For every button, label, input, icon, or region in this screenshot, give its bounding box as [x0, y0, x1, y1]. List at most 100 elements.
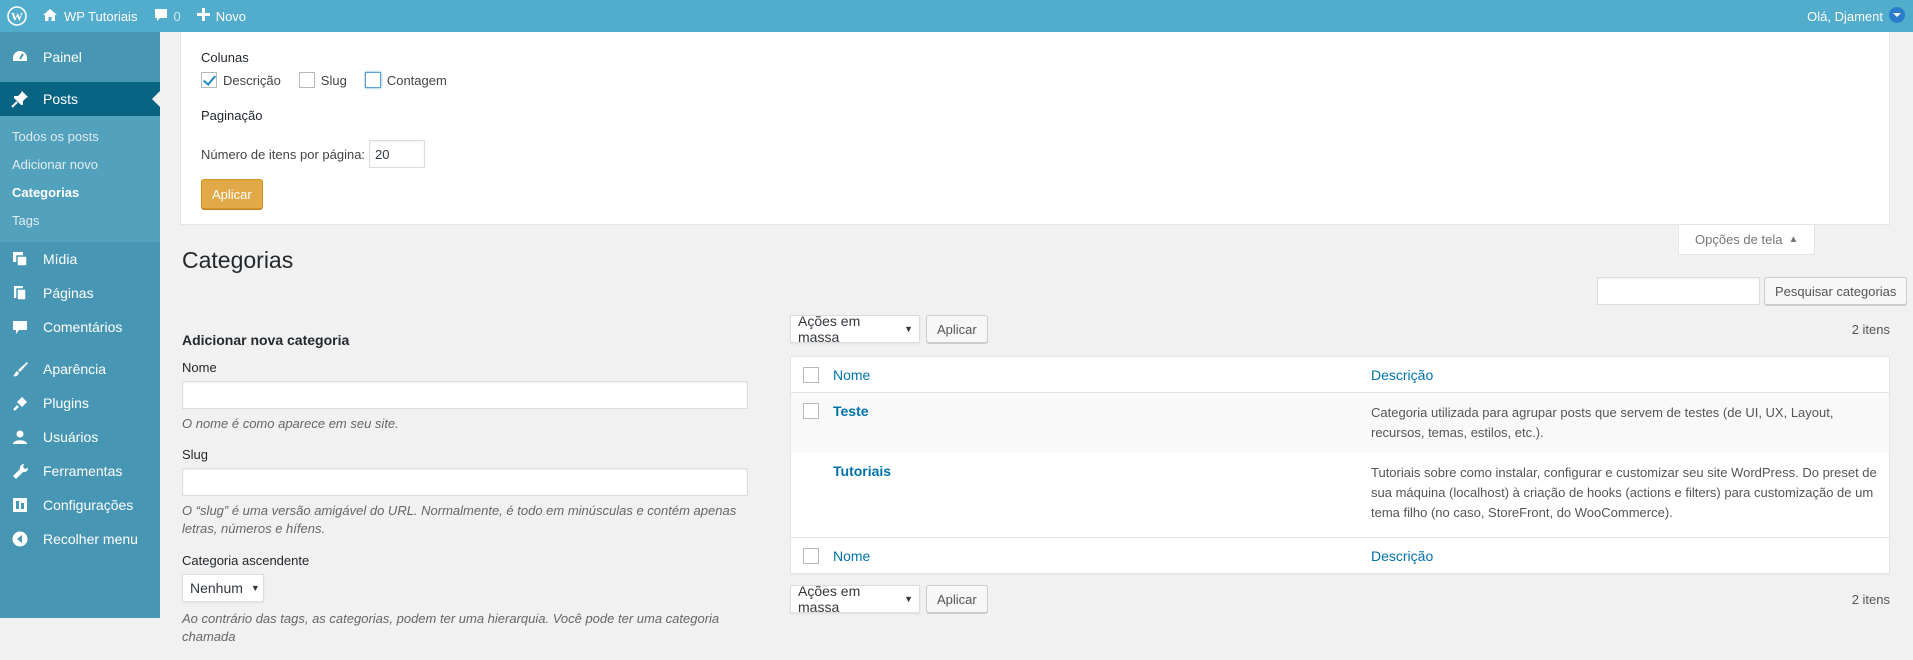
row-checkbox[interactable]: [803, 403, 819, 419]
column-header-description[interactable]: Descrição: [1371, 367, 1433, 383]
bulk-apply-button-top[interactable]: Aplicar: [926, 315, 988, 343]
site-name: WP Tutoriais: [64, 8, 138, 24]
menu-item-plugins[interactable]: Plugins: [0, 386, 160, 420]
menu-item-users[interactable]: Usuários: [0, 420, 160, 454]
plus-icon: [196, 8, 210, 24]
caret-up-icon: ▲: [1788, 234, 1799, 245]
name-input[interactable]: [182, 381, 748, 409]
column-toggle-count[interactable]: Contagem: [364, 72, 447, 88]
table-row: Tutoriais Tutoriais sobre como instalar,…: [791, 453, 1889, 537]
select-all-checkbox[interactable]: [803, 366, 819, 383]
submenu-tags[interactable]: Tags: [0, 206, 160, 234]
name-label: Nome: [182, 360, 217, 375]
menu-label-dashboard: Painel: [43, 49, 82, 65]
menu-label-media: Mídia: [43, 251, 78, 267]
bulk-actions-select-top[interactable]: Ações em massa ▼: [790, 313, 920, 345]
plug-icon: [10, 395, 30, 412]
search-categories-button[interactable]: Pesquisar categorias: [1764, 277, 1908, 305]
menu-label-comments: Comentários: [43, 319, 123, 335]
greeting: Olá, Djament: [1807, 8, 1883, 24]
my-account-link[interactable]: Olá, Djament: [1799, 0, 1913, 32]
description-checkbox[interactable]: [201, 72, 217, 88]
screen-options-apply-button[interactable]: Aplicar: [201, 179, 263, 209]
comment-icon: [153, 8, 169, 25]
slug-input[interactable]: [182, 468, 748, 497]
per-page-input[interactable]: [369, 140, 426, 168]
columns-checkboxes: Descrição Slug Contagem: [201, 72, 465, 88]
main-content: Colunas Descrição Slug Contagem Paginaçã…: [160, 32, 1913, 644]
parent-label: Categoria ascendente: [182, 552, 310, 568]
slug-checkbox-label: Slug: [320, 72, 347, 88]
bulk-actions-value-bottom: Ações em massa: [798, 583, 861, 615]
items-count-top: 2 itens: [1851, 321, 1890, 337]
comments-count: 0: [173, 8, 181, 24]
submenu-all-posts[interactable]: Todos os posts: [0, 122, 160, 150]
menu-item-dashboard[interactable]: Painel: [0, 40, 160, 74]
collapse-menu-button[interactable]: Recolher menu: [0, 522, 160, 556]
per-page-label: Número de itens por página:: [201, 146, 366, 162]
category-name-link[interactable]: Tutoriais: [833, 463, 891, 479]
submenu-categories[interactable]: Categorias: [0, 178, 160, 206]
column-header-name[interactable]: Nome: [833, 367, 870, 383]
menu-label-settings: Configurações: [43, 497, 134, 513]
dashboard-icon: [10, 49, 30, 65]
select-all-checkbox-bottom[interactable]: [803, 547, 819, 564]
bulk-apply-button-bottom[interactable]: Aplicar: [926, 585, 988, 613]
comments-icon: [10, 320, 30, 335]
tablenav-top: Ações em massa ▼ Aplicar 2 itens: [790, 313, 1890, 345]
tablenav-bottom: Ações em massa ▼ Aplicar 2 itens: [790, 583, 1890, 615]
settings-icon: [10, 497, 30, 513]
column-footer-description[interactable]: Descrição: [1371, 548, 1433, 564]
page-title: Categorias: [182, 247, 294, 273]
slug-help: O “slug” é uma versão amigável do URL. N…: [182, 503, 737, 537]
parent-select[interactable]: Nenhum ▼: [182, 573, 264, 602]
column-footer-name[interactable]: Nome: [833, 548, 870, 564]
menu-label-posts: Posts: [43, 91, 79, 107]
parent-help: Ao contrário das tags, as categorias, po…: [182, 610, 720, 644]
search-input[interactable]: [1597, 277, 1760, 305]
table-header: Nome Descrição: [791, 357, 1889, 393]
column-toggle-slug[interactable]: Slug: [298, 72, 347, 88]
column-toggle-description[interactable]: Descrição: [201, 72, 281, 88]
menu-label-tools: Ferramentas: [43, 463, 123, 479]
screen-options-toggle[interactable]: Opções de tela ▲: [1678, 225, 1816, 255]
svg-text:W: W: [11, 10, 23, 24]
menu-label-plugins: Plugins: [43, 395, 89, 411]
wrench-icon: [10, 463, 30, 480]
wordpress-logo-icon[interactable]: W: [0, 0, 34, 32]
menu-item-comments[interactable]: Comentários: [0, 310, 160, 344]
menu-item-media[interactable]: Mídia: [0, 242, 160, 276]
form-heading: Adicionar nova categoria: [182, 332, 350, 348]
menu-item-tools[interactable]: Ferramentas: [0, 454, 160, 488]
comments-link[interactable]: 0: [145, 0, 188, 32]
menu-label-collapse: Recolher menu: [43, 531, 138, 547]
menu-label-appearance: Aparência: [43, 361, 107, 377]
new-content-link[interactable]: Novo: [189, 0, 254, 32]
users-icon: [10, 429, 30, 445]
site-name-link[interactable]: WP Tutoriais: [34, 0, 145, 32]
avatar: [1889, 6, 1905, 26]
category-description: Tutoriais sobre como instalar, configura…: [1371, 465, 1877, 520]
dropdown-arrow-icon: ▼: [250, 582, 260, 593]
category-description: Categoria utilizada para agrupar posts q…: [1371, 405, 1834, 440]
paintbrush-icon: [10, 361, 30, 378]
dropdown-arrow-icon: ▼: [904, 594, 913, 604]
columns-title: Colunas: [201, 50, 249, 65]
menu-item-settings[interactable]: Configurações: [0, 488, 160, 522]
count-checkbox[interactable]: [364, 72, 381, 88]
menu-item-pages[interactable]: Páginas: [0, 276, 160, 310]
slug-label: Slug: [182, 447, 209, 463]
categories-table: Nome Descrição Teste Categoria utilizada…: [790, 356, 1890, 574]
category-name-link[interactable]: Teste: [833, 403, 869, 419]
bulk-actions-select-bottom[interactable]: Ações em massa ▼: [790, 583, 920, 615]
menu-item-posts[interactable]: Posts: [0, 82, 160, 116]
posts-submenu: Todos os posts Adicionar novo Categorias…: [0, 116, 160, 242]
submenu-add-new[interactable]: Adicionar novo: [0, 150, 160, 178]
add-category-form: Adicionar nova categoria Nome O nome é c…: [182, 332, 762, 660]
screen-options-tab-label: Opções de tela: [1695, 232, 1783, 247]
count-checkbox-label: Contagem: [386, 72, 447, 88]
description-checkbox-label: Descrição: [223, 72, 281, 88]
menu-item-appearance[interactable]: Aparência: [0, 352, 160, 386]
slug-checkbox[interactable]: [298, 72, 315, 88]
collapse-arrow-icon: [10, 531, 30, 547]
